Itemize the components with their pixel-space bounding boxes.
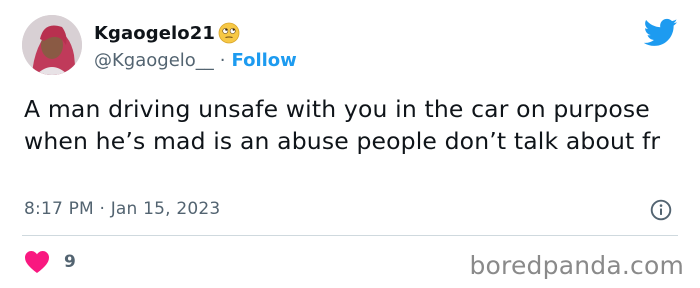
- author-handle[interactable]: @Kgaogelo__: [94, 50, 214, 71]
- handle-separator: ·: [219, 50, 226, 71]
- tweet-timestamp[interactable]: 8:17 PM · Jan 15, 2023: [24, 199, 220, 219]
- follow-button[interactable]: Follow: [232, 50, 297, 71]
- divider: [22, 235, 678, 236]
- avatar[interactable]: [22, 15, 82, 75]
- avatar-image: [22, 15, 82, 75]
- twitter-bird-icon[interactable]: [644, 18, 678, 48]
- like-count: 9: [64, 252, 76, 272]
- rolling-eyes-emoji-icon: [218, 22, 240, 44]
- author-display-name[interactable]: Kgaogelo21: [94, 23, 215, 44]
- watermark: boredpanda.com: [469, 251, 684, 280]
- tweet-text: A man driving unsafe with you in the car…: [24, 95, 661, 155]
- heart-icon[interactable]: [24, 250, 50, 274]
- info-icon[interactable]: [650, 199, 672, 221]
